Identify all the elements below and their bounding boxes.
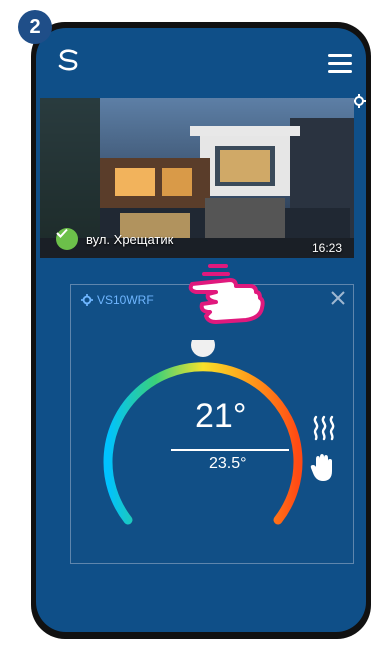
gear-icon[interactable] [352,94,366,108]
step-badge: 2 [18,10,52,44]
manual-hand-icon[interactable] [310,453,336,483]
close-icon[interactable] [329,289,347,307]
device-gear-icon[interactable] [81,294,93,306]
location-name: вул. Хрещатик [86,232,174,247]
set-temperature: 23.5° [209,455,247,472]
s-logo-icon[interactable] [56,48,82,72]
thermostat-card[interactable]: VS10WRF 21° 23.5° [70,284,354,564]
status-check-icon [56,228,78,250]
current-temperature: 21° [195,397,247,435]
heating-icon[interactable] [310,415,338,441]
device-header: VS10WRF [81,293,154,307]
tap-hand-icon [188,264,265,324]
location-time: 16:23 [311,241,342,255]
temperature-divider [171,449,289,451]
temperature-dial[interactable] [103,340,303,540]
dial-knob[interactable] [191,340,215,357]
app-screen: вул. Хрещатик 16:23 VS10WRF 21° 23.5° [36,28,366,632]
top-bar [36,28,366,92]
hamburger-menu-icon[interactable] [328,54,352,73]
location-photo[interactable]: вул. Хрещатик 16:23 [40,98,354,258]
device-name: VS10WRF [97,293,154,307]
